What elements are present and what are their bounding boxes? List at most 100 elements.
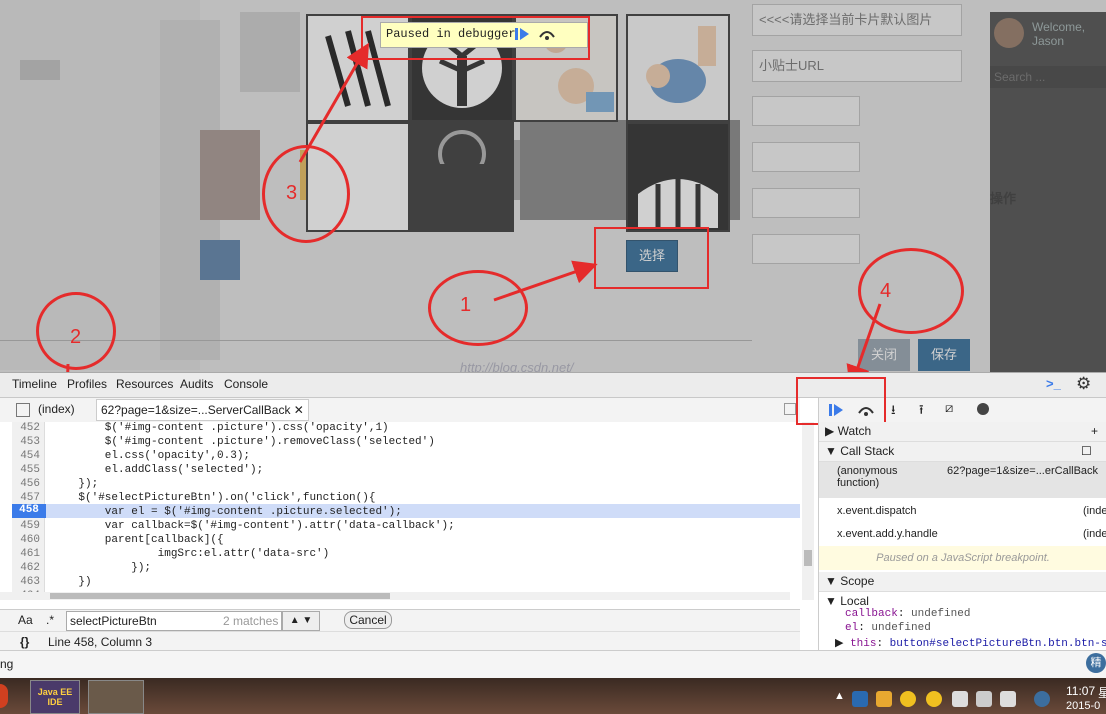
scope-section[interactable]: ▼ Scope xyxy=(819,572,1106,592)
line-number[interactable]: 455 xyxy=(14,464,40,476)
status-bar: {} Line 458, Column 3 xyxy=(0,631,800,652)
deactivate-breakpoints-icon[interactable]: ⧄ xyxy=(945,400,953,416)
tab-audits[interactable]: Audits xyxy=(180,377,213,391)
step-out-icon[interactable]: ⭱ xyxy=(919,401,924,423)
device-tray-icon[interactable] xyxy=(952,691,968,707)
breakpoint-marker[interactable]: 458 xyxy=(12,504,46,518)
qq-tray-icon[interactable] xyxy=(900,691,916,707)
chevron-right-icon: ▶ xyxy=(825,424,835,438)
search-bar: Aa .* selectPictureBtn 2 matches ▲ ▼ Can… xyxy=(0,609,800,632)
line-number[interactable]: 460 xyxy=(14,534,40,546)
taskbar-app-javaee[interactable]: Java EE IDE xyxy=(30,680,80,714)
taskbar-app-image[interactable] xyxy=(88,680,144,714)
volume-tray-icon[interactable] xyxy=(1000,691,1016,707)
cancel-button[interactable]: Cancel xyxy=(344,611,392,629)
add-watch-icon[interactable]: + xyxy=(1091,422,1098,441)
var-name: el xyxy=(845,622,859,634)
code-line[interactable]: parent[callback]({ xyxy=(52,534,224,546)
clock-day: 星 xyxy=(1098,686,1106,700)
vertical-scrollbar[interactable] xyxy=(802,422,814,600)
step-into-icon[interactable]: ⭳ xyxy=(891,401,896,423)
tab-console[interactable]: Console xyxy=(224,377,268,391)
watch-section[interactable]: ▶ Watch + xyxy=(819,422,1106,442)
line-number[interactable]: 452 xyxy=(14,422,40,434)
paused-message: Paused on a JavaScript breakpoint. xyxy=(819,546,1106,570)
line-number[interactable]: 462 xyxy=(14,562,40,574)
file-tab-index[interactable]: (index) xyxy=(38,402,75,416)
var-value: undefined xyxy=(911,608,971,620)
var-value: undefined xyxy=(871,622,931,634)
code-line[interactable]: }); xyxy=(52,478,98,490)
call-frame-selected[interactable]: (anonymous function) 62?page=1&size=...e… xyxy=(819,462,1106,498)
code-line[interactable]: $('#img-content .picture').css('opacity'… xyxy=(52,422,389,434)
code-line[interactable]: }); xyxy=(52,562,151,574)
toggle-navigator-icon[interactable] xyxy=(16,403,30,417)
clock-time[interactable]: 11:07 xyxy=(1066,684,1095,698)
chevron-down-icon: ▼ xyxy=(825,574,837,588)
var-name: callback xyxy=(845,608,898,620)
scope-var[interactable]: el: undefined xyxy=(845,622,931,634)
frame-name: (anonymous function) xyxy=(837,465,898,489)
browser-status-strip: ng 精 xyxy=(0,650,1106,679)
scope-var[interactable]: callback: undefined xyxy=(845,608,970,620)
file-tab-active[interactable]: 62?page=1&size=...ServerCallBack ✕ xyxy=(96,399,309,421)
call-frame[interactable]: x.event.add.y.handle (inde xyxy=(819,525,1106,545)
scroll-thumb[interactable] xyxy=(50,593,390,599)
clock-date: 2015-0 xyxy=(1066,700,1101,712)
local-label: Local xyxy=(840,594,869,608)
match-count: 2 matches xyxy=(223,614,279,628)
local-scope[interactable]: ▼ Local xyxy=(825,594,869,608)
file-tab-label: 62?page=1&size=...ServerCallBack xyxy=(101,403,291,417)
ime-tray-icon[interactable] xyxy=(1034,691,1050,707)
horizontal-scrollbar[interactable] xyxy=(0,592,790,600)
match-case-toggle[interactable]: Aa xyxy=(18,613,33,627)
search-prev-next[interactable]: ▲ ▼ xyxy=(282,611,320,631)
code-line[interactable]: var el = $('#img-content .picture.select… xyxy=(52,506,402,518)
scope-label: Scope xyxy=(840,574,875,588)
line-number[interactable]: 453 xyxy=(14,436,40,448)
gear-icon[interactable]: ⚙ xyxy=(1076,374,1091,394)
scroll-thumb[interactable] xyxy=(804,550,812,566)
toggle-debugger-icon[interactable] xyxy=(784,403,796,415)
call-frame[interactable]: x.event.dispatch (inde xyxy=(819,502,1106,522)
code-line[interactable]: el.addClass('selected'); xyxy=(52,464,263,476)
user-tray-icon[interactable] xyxy=(852,691,868,707)
code-line[interactable]: $('#selectPictureBtn').on('click',functi… xyxy=(52,492,375,504)
tray-expand-icon[interactable]: ▲ xyxy=(834,690,845,702)
var-value: button#selectPictureBtn.btn.btn-sm xyxy=(889,638,1106,650)
line-number[interactable]: 456 xyxy=(14,478,40,490)
frame-name: x.event.dispatch xyxy=(837,505,917,517)
frame-name: x.event.add.y.handle xyxy=(837,528,938,540)
network-tray-icon[interactable] xyxy=(976,691,992,707)
ime-icon[interactable]: 精 xyxy=(1086,653,1106,673)
call-stack-section[interactable]: ▼ Call Stack☐ As xyxy=(819,442,1106,477)
code-line[interactable]: $('#img-content .picture').removeClass('… xyxy=(52,436,435,448)
code-editor[interactable]: 458 452 $('#img-content .picture').css('… xyxy=(0,422,814,602)
line-number[interactable]: 454 xyxy=(14,450,40,462)
search-input[interactable]: selectPictureBtn 2 matches xyxy=(66,611,282,631)
regex-toggle[interactable]: .* xyxy=(46,613,54,627)
line-number[interactable]: 459 xyxy=(14,520,40,532)
code-line[interactable]: el.css('opacity',0.3); xyxy=(52,450,250,462)
scope-var[interactable]: ▶ this: button#selectPictureBtn.btn.btn-… xyxy=(835,636,1106,650)
tab-profiles[interactable]: Profiles xyxy=(67,377,107,391)
code-line[interactable]: }) xyxy=(52,576,91,588)
call-stack-label: Call Stack xyxy=(840,444,895,458)
annotation-box-4 xyxy=(796,377,886,425)
weather-tray-icon[interactable] xyxy=(876,691,892,707)
code-line[interactable]: var callback=$('#img-content').attr('dat… xyxy=(52,520,455,532)
line-number[interactable]: 457 xyxy=(14,492,40,504)
console-drawer-icon[interactable]: >_ xyxy=(1046,376,1061,391)
code-line[interactable]: imgSrc:el.attr('data-src') xyxy=(52,548,330,560)
line-number[interactable]: 461 xyxy=(14,548,40,560)
line-number[interactable]: 463 xyxy=(14,576,40,588)
watch-label: Watch xyxy=(837,424,872,438)
devtools-tabbar: Timeline Profiles Resources Audits Conso… xyxy=(0,373,1106,398)
start-button[interactable] xyxy=(0,684,8,708)
pause-on-exceptions-icon[interactable] xyxy=(977,403,989,415)
qq-tray-icon[interactable] xyxy=(926,691,942,707)
tab-resources[interactable]: Resources xyxy=(116,377,173,391)
tab-timeline[interactable]: Timeline xyxy=(12,377,57,391)
pretty-print-button[interactable]: {} xyxy=(20,635,29,649)
close-icon[interactable]: ✕ xyxy=(294,403,304,417)
